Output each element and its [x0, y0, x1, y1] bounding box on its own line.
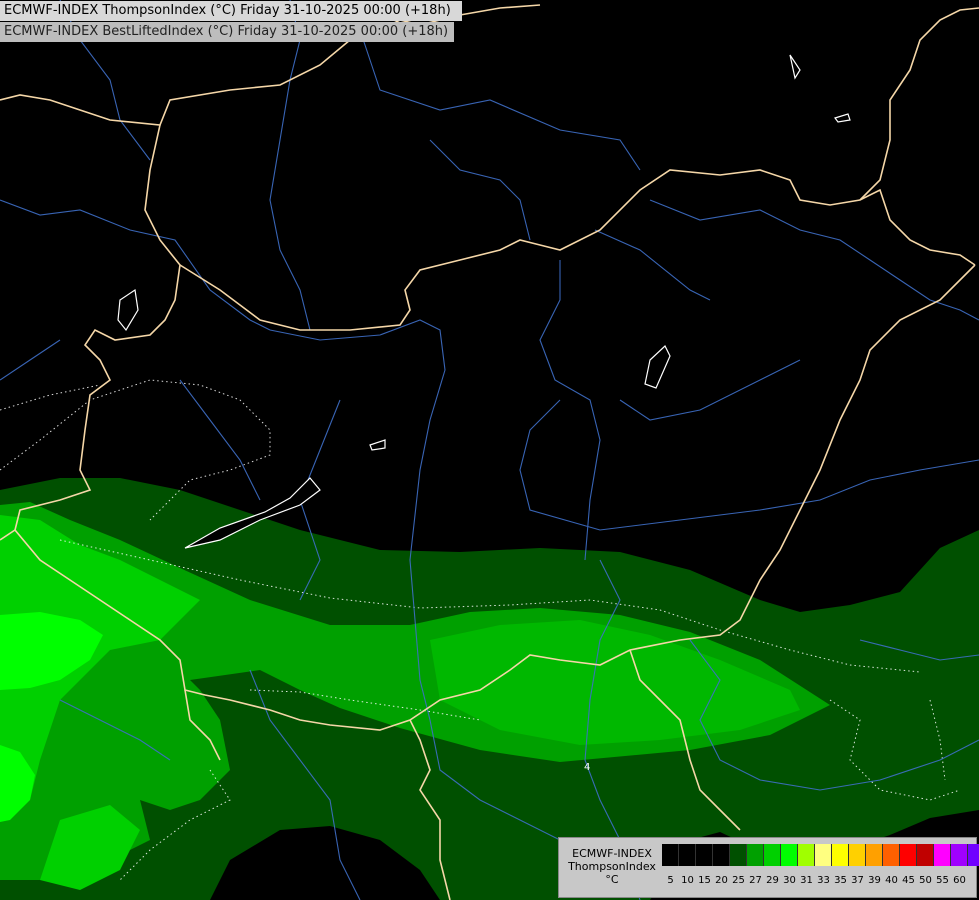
legend-tick-label: 10 [681, 875, 694, 886]
legend-swatch [764, 844, 781, 866]
legend-tick-label: 15 [698, 875, 711, 886]
legend-swatch [951, 844, 968, 866]
legend-swatch [696, 844, 713, 866]
legend-model: ECMWF-INDEX [572, 847, 652, 860]
legend-swatch [900, 844, 917, 866]
contour-value-label: 4 [584, 762, 590, 773]
legend-tick-label: 20 [715, 875, 728, 886]
weather-map: 4 [0, 0, 979, 900]
legend-tick-label: 55 [936, 875, 949, 886]
legend-tick-label: 45 [902, 875, 915, 886]
legend-swatch [713, 844, 730, 866]
legend-swatch [679, 844, 696, 866]
legend-tick-label: 50 [919, 875, 932, 886]
legend-swatch [866, 844, 883, 866]
legend-swatches [662, 844, 979, 866]
legend-swatch [798, 844, 815, 866]
legend-tick-label: 31 [800, 875, 813, 886]
legend-swatch [849, 844, 866, 866]
legend-tick-label: 33 [817, 875, 830, 886]
legend-swatch [730, 844, 747, 866]
legend-tick-label: 60 [953, 875, 966, 886]
map-title-secondary: ECMWF-INDEX BestLiftedIndex (°C) Friday … [0, 22, 454, 42]
legend-tick-label: 27 [749, 875, 762, 886]
legend-swatch [815, 844, 832, 866]
legend-tick-label: 5 [667, 875, 674, 886]
legend-swatch [662, 844, 679, 866]
legend-swatch [781, 844, 798, 866]
legend-tick-label: 37 [851, 875, 864, 886]
legend-parameter: ThompsonIndex [568, 860, 656, 873]
legend-tick-label: 30 [783, 875, 796, 886]
legend-swatch [747, 844, 764, 866]
legend-swatch [883, 844, 900, 866]
legend-tick-label: 39 [868, 875, 881, 886]
legend-unit: °C [605, 873, 619, 886]
map-title-primary: ECMWF-INDEX ThompsonIndex (°C) Friday 31… [0, 1, 462, 21]
legend-swatch [968, 844, 979, 866]
legend-tick-label: 40 [885, 875, 898, 886]
legend-swatch [934, 844, 951, 866]
legend-tick-label: 25 [732, 875, 745, 886]
color-legend: ECMWF-INDEX ThompsonIndex °C 5 10 15 20 25 27… [558, 837, 979, 898]
legend-tick-label: 29 [766, 875, 779, 886]
legend-tick-label: 35 [834, 875, 847, 886]
legend-ticks: 5 10 15 20 25 27 29 30 31 33 35 37 39 40 45 50 55 60 [662, 874, 968, 888]
legend-swatch [832, 844, 849, 866]
legend-swatch [917, 844, 934, 866]
legend-label: ECMWF-INDEX ThompsonIndex °C [562, 847, 662, 886]
